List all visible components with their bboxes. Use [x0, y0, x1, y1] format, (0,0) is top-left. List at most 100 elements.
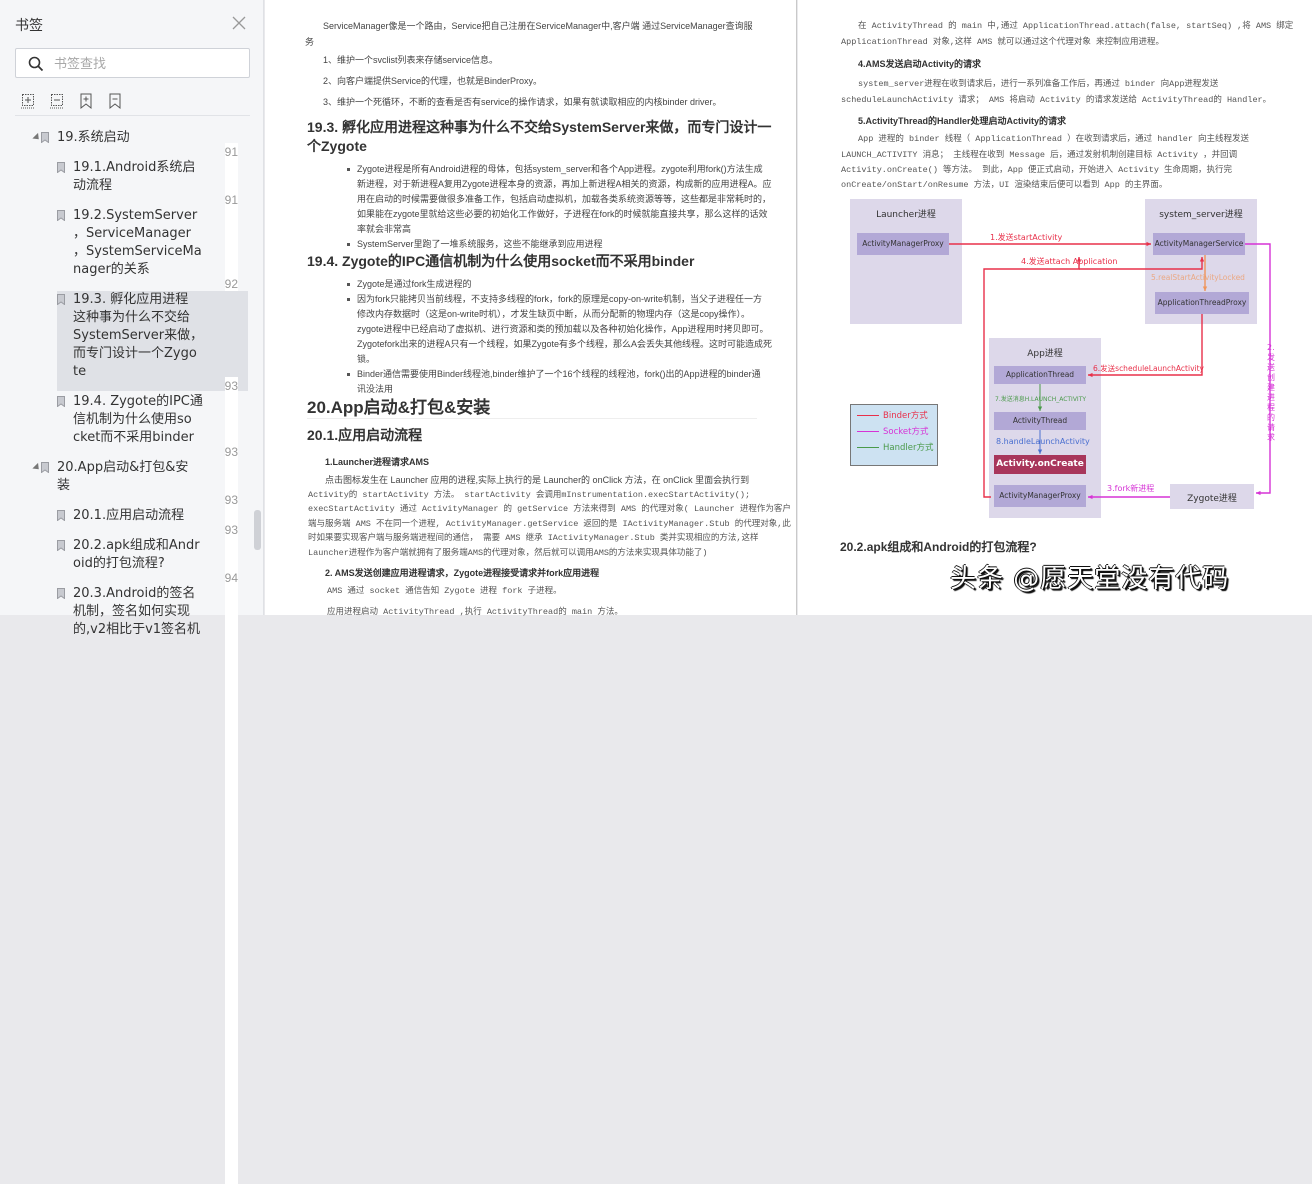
sidebar-title: 书签	[15, 18, 43, 34]
bookmark-icon	[57, 162, 65, 173]
arrow-step4-head	[1199, 257, 1205, 262]
heading-20-2: 20.2.apk组成和Android的打包流程?	[840, 540, 1037, 554]
bullet-list-19-3: Zygote进程是所有Android进程的母体，包括system_server和…	[345, 162, 777, 252]
bullet-item: Zygote进程是所有Android进程的母体，包括system_server和…	[347, 162, 777, 237]
step1-label: 1.发送startActivity	[990, 233, 1063, 242]
bookmark-icon	[41, 132, 49, 143]
subheading-step-5: 5.ActivityThread的Handler处理启动Activity的请求	[858, 116, 1067, 126]
step8-label: 8.handleLaunchActivity	[996, 437, 1090, 446]
expand-all-icon[interactable]	[20, 92, 36, 110]
bookmark-label: 19.3. 孵化应用进程 这种事为什么不交给 SystemServer来做， 而专门设…	[73, 292, 204, 379]
bookmark-label: 20.App启动&打包&安装	[57, 460, 189, 493]
arrow-step2-head	[1256, 490, 1261, 496]
legend-socket: Socket方式	[857, 425, 928, 437]
step5-label: 5.realStartActivityLocked	[1151, 273, 1245, 282]
bookmark-search-field[interactable]	[15, 48, 250, 78]
paragraph-step-2: AMS 通过 socket 通信告知 Zygote 进程 fork 子进程。	[327, 586, 562, 596]
paragraph-line: Launcher进程作为客户端就拥有了服务端AMS的代理对象，然后就可以调用AM…	[308, 547, 708, 558]
bookmark-label: 20.1.应用启动流程	[73, 508, 185, 523]
bookmark-sidebar: 书签 19.系统启动9119.1.Android系统启动流程911	[0, 0, 264, 1184]
close-icon[interactable]	[230, 14, 248, 32]
bookmark-toolbar	[20, 92, 123, 112]
bullet-item: Zygote是通过fork生成进程的	[347, 277, 777, 292]
list-item: 1、维护一个svclist列表来存储service信息。	[323, 55, 499, 65]
paragraph-attach-cont: ApplicationThread 对象,这样 AMS 就可以通过这个代理对象 …	[841, 37, 1165, 47]
sidebar-bookmark-item[interactable]: 19.1.Android系统启 动流程 91	[57, 159, 248, 806]
arrow-step6-head	[1088, 372, 1093, 378]
sidebar-bookmark-item[interactable]: 20.2.apk组成和Andr oid的打包流程? 94	[57, 537, 248, 1184]
bookmark-label: 19.4. Zygote的IPC通 信机制为什么使用so cket而不采用binde…	[73, 394, 203, 445]
paragraph-step-5: App 进程的 binder 线程（ ApplicationThread ）在收…	[858, 134, 1250, 144]
sidebar-bookmark-item[interactable]: 19.2.SystemServer ，ServiceManager ，SystemS…	[57, 207, 248, 890]
step6-label: 6.发送scheduleLaunchActivity	[1093, 364, 1204, 373]
sidebar-bookmark-item[interactable]: 20.App启动&打包&安装 93	[32, 459, 248, 1106]
add-bookmark-icon[interactable]	[78, 92, 94, 110]
step4-label: 4.发送attach Application	[1021, 257, 1118, 266]
diagram-arrows	[949, 241, 1271, 500]
sidebar-bookmark-item[interactable]: 20.1.应用启动流程 93	[57, 507, 248, 1136]
bullet-item: 因为fork只能拷贝当前线程，不支持多线程的fork，fork的原理是copy-…	[347, 292, 777, 367]
bookmark-icon	[57, 210, 65, 221]
bookmark-page-number: 94	[224, 569, 238, 1184]
paragraph-servicemanager: ServiceManager像是一个路由，Service把自己注册在Servic…	[323, 21, 753, 31]
legend-handler: Handler方式	[857, 441, 933, 453]
watermark: 头条 @愿天堂没有代码	[950, 564, 1230, 594]
arrow-step3-head	[1088, 494, 1093, 500]
subheading-step-2: 2. AMS发送创建应用进程请求，Zygote进程接受请求并fork应用进程	[325, 568, 600, 578]
paragraph-step-5-line: onCreate/onStart/onResume 方法，UI 渲染结束后便可以…	[841, 180, 1168, 190]
paragraph-step-4: system_server进程在收到请求后，进行一系列准备工作后，再通过 bin…	[858, 79, 1219, 89]
arrow-step8-head	[1037, 449, 1043, 454]
heading-line: 19.3. 孵化应用进程这种事为什么不交给SystemServer来做，而专门设…	[307, 119, 772, 135]
sidebar-bookmark-item[interactable]: 20.3.Android的签名 机制，签名如何实现 的,v2相比于v1签名机	[57, 585, 248, 649]
bookmark-label: 19.1.Android系统启 动流程	[73, 160, 196, 193]
heading-20-1: 20.1.应用启动流程	[307, 427, 423, 443]
legend-binder-label: Binder方式	[883, 411, 928, 421]
heading-19-3: 19.3. 孵化应用进程这种事为什么不交给SystemServer来做，而专门设…	[307, 118, 771, 156]
sidebar-bookmark-item[interactable]: 19.4. Zygote的IPC通 信机制为什么使用so cket而不采用binde…	[57, 393, 248, 1058]
legend-binder: Binder方式	[857, 409, 928, 421]
paragraph-attach: 在 ActivityThread 的 main 中,通过 Application…	[858, 21, 1294, 31]
remove-bookmark-icon[interactable]	[107, 92, 123, 110]
step2-label: 2.发送创建进程的请求	[1267, 343, 1275, 442]
bookmark-label: 19.系统启动	[57, 130, 130, 145]
heading-20: 20.App启动&打包&安装	[307, 398, 491, 417]
step3-label: 3.fork新进程	[1107, 484, 1155, 493]
bookmark-icon	[57, 510, 65, 521]
bookmark-search-input[interactable]	[52, 52, 246, 76]
bookmark-icon	[57, 396, 65, 407]
bookmark-icon	[57, 294, 65, 305]
collapse-all-icon[interactable]	[49, 92, 65, 110]
search-icon	[28, 56, 44, 72]
paragraph-step-3: 应用进程启动 ActivityThread ,执行 ActivityThread…	[327, 607, 623, 617]
sidebar-scrollbar-thumb[interactable]	[254, 510, 261, 550]
sidebar-divider	[15, 115, 250, 116]
legend-handler-label: Handler方式	[883, 443, 934, 453]
heading-line: 个Zygote	[307, 138, 367, 154]
bookmark-icon	[57, 588, 65, 599]
diagram-legend: Binder方式 Socket方式 Handler方式	[850, 404, 938, 466]
heading-19-4: 19.4. Zygote的IPC通信机制为什么使用socket而不采用binde…	[307, 253, 695, 269]
legend-line-icon	[857, 431, 879, 432]
bookmark-label: 20.2.apk组成和Andr oid的打包流程?	[73, 538, 200, 571]
heading-divider	[307, 418, 757, 419]
arrow-step4-a	[983, 257, 1080, 498]
sidebar-bookmark-item[interactable]: 19.系统启动 91	[32, 129, 248, 758]
step7-label: 7.发送消息H.LAUNCH_ACTIVITY	[995, 396, 1087, 403]
legend-socket-label: Socket方式	[883, 427, 929, 437]
list-item: 2、向客户端提供Service的代理，也就是BinderProxy。	[323, 76, 543, 86]
app-launch-flow-diagram: Launcher进程 ActivityManagerProxy system_s…	[843, 195, 1293, 520]
bullet-item: SystemServer里跑了一堆系统服务，这些不能继承到应用进程	[347, 237, 777, 252]
legend-line-icon	[857, 415, 879, 416]
bookmark-label: 20.3.Android的签名 机制，签名如何实现 的,v2相比于v1签名机	[73, 586, 201, 637]
legend-line-icon	[857, 447, 879, 448]
bookmark-label: 19.2.SystemServer ，ServiceManager ，SystemS…	[73, 208, 202, 277]
subheading-step-1: 1.Launcher进程请求AMS	[325, 457, 430, 467]
list-item: 3、维护一个死循环，不断的查看是否有service的操作请求，如果有就读取相应的…	[323, 97, 722, 107]
paragraph-servicemanager-cont: 务	[305, 37, 315, 47]
arrow-step1-head	[1146, 241, 1151, 247]
sidebar-bookmark-item[interactable]: 19.3. 孵化应用进程 这种事为什么不交给 SystemServer来做， 而专门设…	[57, 291, 248, 992]
bookmark-icon	[57, 540, 65, 551]
bookmark-icon	[41, 462, 49, 473]
subheading-step-4: 4.AMS发送启动Activity的请求	[858, 59, 982, 69]
arrow-step7-head	[1037, 406, 1043, 411]
